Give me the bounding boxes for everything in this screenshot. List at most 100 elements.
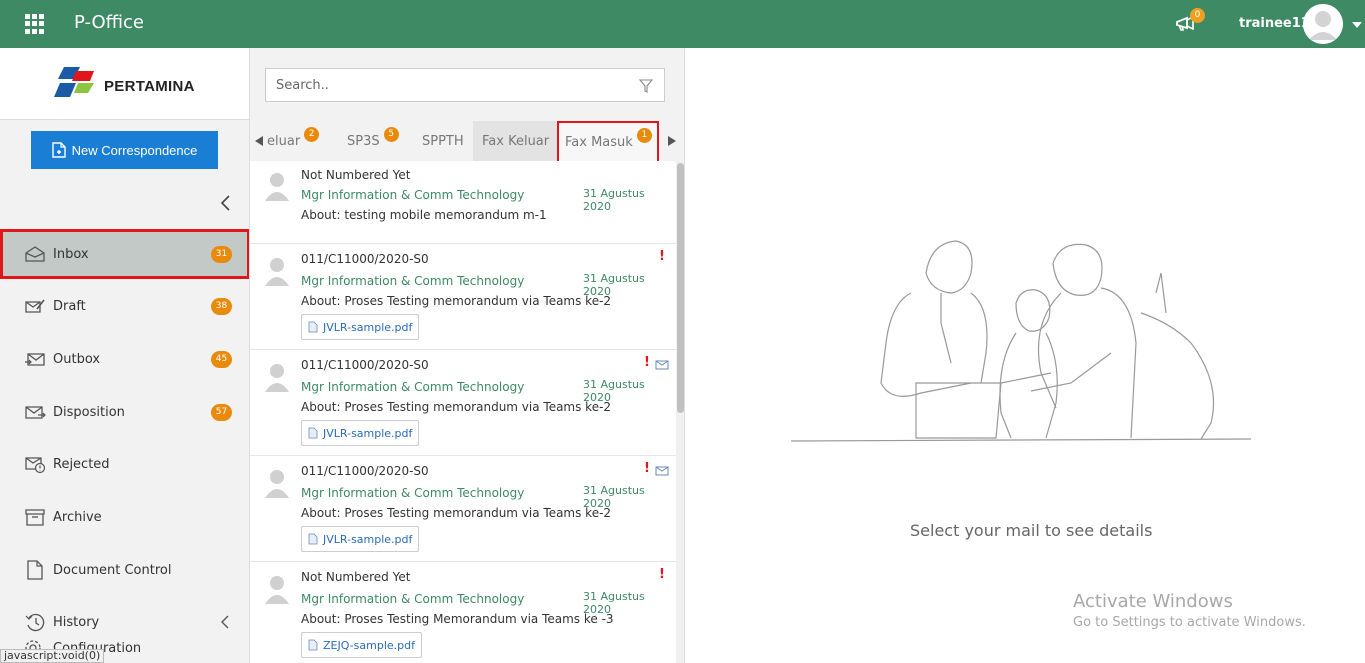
mail-list-item[interactable]: Not Numbered Yet Mgr Information & Comm … [250, 161, 676, 244]
sidebar-item-document-control[interactable]: Document Control [0, 545, 249, 595]
mail-sender: Mgr Information & Comm Technology [301, 486, 525, 500]
mail-list-item[interactable]: 011/C11000/2020-S0 ! Mgr Information & C… [250, 350, 676, 456]
mail-subject: About: Proses Testing memorandum via Tea… [301, 294, 612, 308]
attachment-name: JVLR-sample.pdf [323, 426, 413, 440]
tab-badge: 1 [636, 127, 652, 143]
sidebar-item-label: Rejected [53, 456, 110, 472]
tab-surat-keluar[interactable]: eluar 2 [267, 121, 333, 161]
mail-number: 011/C11000/2020-S0 [301, 252, 429, 266]
sidebar-item-disposition[interactable]: Disposition 57 [0, 387, 249, 437]
sidebar-item-rejected[interactable]: Rejected [0, 439, 249, 489]
user-avatar[interactable] [1303, 4, 1343, 44]
tab-badge: 5 [383, 126, 399, 142]
count-badge: 31 [211, 245, 232, 263]
mail-list: Not Numbered Yet Mgr Information & Comm … [250, 161, 676, 663]
mail-number: Not Numbered Yet [301, 570, 411, 584]
mail-subject: About: Proses Testing memorandum via Tea… [301, 506, 612, 520]
sidebar-item-label: Inbox [53, 246, 89, 262]
sidebar-item-outbox[interactable]: Outbox 45 [0, 334, 249, 384]
tab-label: SPPTH [422, 133, 464, 149]
new-correspondence-button[interactable]: New Correspondence [31, 131, 218, 169]
sidebar-item-inbox[interactable]: Inbox 31 [0, 229, 249, 279]
mail-list-item[interactable]: 011/C11000/2020-S0 ! Mgr Information & C… [250, 456, 676, 562]
sidebar-item-label: Document Control [53, 562, 172, 578]
empty-state-text: Select your mail to see details [910, 521, 1153, 540]
attachment-name: ZEJQ-sample.pdf [323, 638, 415, 652]
count-badge: 57 [211, 403, 232, 421]
scroll-tabs-right-icon[interactable] [668, 136, 676, 146]
count-badge: 45 [211, 350, 232, 368]
sender-avatar-icon [265, 258, 289, 286]
urgent-icon: ! [659, 249, 665, 264]
attachment-name: JVLR-sample.pdf [323, 532, 413, 546]
mail-list-item[interactable]: 011/C11000/2020-S0 ! Mgr Information & C… [250, 244, 676, 350]
tab-label: SP3S [347, 133, 380, 149]
sidebar-item-archive[interactable]: Archive [0, 492, 249, 542]
sidebar-item-draft[interactable]: Draft 38 [0, 281, 249, 331]
category-tabs: eluar 2 SP3S 5 SPPTH Fax Keluar Fax Masu… [250, 121, 684, 163]
sender-avatar-icon [265, 173, 289, 201]
tab-badge: 2 [304, 126, 320, 142]
tab-label: eluar [267, 133, 301, 149]
logo-text: PERTAMINA [104, 78, 195, 95]
sender-avatar-icon [265, 364, 289, 392]
collapse-sidebar-chevron-icon[interactable] [218, 194, 232, 212]
tab-label: Fax Keluar [482, 133, 550, 149]
mail-number: Not Numbered Yet [301, 168, 411, 182]
draft-icon [25, 299, 45, 313]
tab-sp3s[interactable]: SP3S 5 [347, 121, 407, 161]
app-title[interactable]: P-Office [74, 12, 144, 33]
mail-sender: Mgr Information & Comm Technology [301, 274, 525, 288]
outbox-icon [25, 353, 45, 366]
envelope-icon [655, 360, 669, 370]
disposition-icon [25, 406, 46, 419]
urgent-icon: ! [644, 355, 650, 370]
sender-avatar-icon [265, 576, 289, 604]
caret-down-icon[interactable] [1352, 22, 1362, 28]
mail-sender: Mgr Information & Comm Technology [301, 380, 525, 394]
search-box [265, 68, 665, 102]
mail-list-item[interactable]: Not Numbered Yet ! Mgr Information & Com… [250, 562, 676, 663]
inbox-icon [25, 246, 45, 262]
mail-subject: About: testing mobile memorandum m-1 [301, 208, 547, 222]
sidebar-item-label: Archive [53, 509, 102, 525]
attachment-chip[interactable]: JVLR-sample.pdf [301, 314, 420, 340]
archive-icon [25, 509, 45, 526]
tab-label: Fax Masuk [565, 134, 633, 150]
new-correspondence-label: New Correspondence [71, 142, 198, 158]
notification-badge: 0 [1190, 8, 1205, 23]
grid-menu-icon[interactable] [25, 14, 45, 34]
mail-subject: About: Proses Testing Memorandum via Tea… [301, 612, 614, 626]
tab-sppth[interactable]: SPPTH [415, 121, 473, 161]
mail-list-scrollbar[interactable] [676, 161, 684, 663]
mail-date: 31 Agustus 2020 [583, 187, 645, 213]
count-badge: 38 [211, 297, 232, 315]
mail-subject: About: Proses Testing memorandum via Tea… [301, 400, 612, 414]
tab-fax-keluar[interactable]: Fax Keluar [473, 121, 557, 161]
search-input[interactable] [266, 69, 626, 101]
urgent-icon: ! [659, 567, 665, 582]
team-illustration [791, 240, 1251, 442]
mail-detail-panel: Select your mail to see details Activate… [686, 48, 1365, 663]
mail-list-panel: eluar 2 SP3S 5 SPPTH Fax Keluar Fax Masu… [250, 48, 685, 663]
scroll-tabs-left-icon[interactable] [255, 136, 263, 146]
attachment-chip[interactable]: JVLR-sample.pdf [301, 420, 420, 446]
sender-avatar-icon [265, 470, 289, 498]
windows-watermark-subtitle: Go to Settings to activate Windows. [1073, 615, 1306, 630]
sidebar-item-label: Outbox [53, 351, 101, 367]
pdf-file-icon [308, 427, 318, 439]
attachment-chip[interactable]: JVLR-sample.pdf [301, 526, 420, 552]
filter-icon[interactable] [639, 79, 653, 93]
username[interactable]: trainee11 [1239, 16, 1310, 31]
mail-number: 011/C11000/2020-S0 [301, 464, 429, 478]
envelope-icon [655, 466, 669, 476]
sidebar-item-label: Draft [53, 298, 86, 314]
rejected-icon [25, 457, 46, 474]
tab-fax-masuk[interactable]: Fax Masuk 1 [557, 121, 659, 163]
attachment-name: JVLR-sample.pdf [323, 320, 413, 334]
mail-sender: Mgr Information & Comm Technology [301, 188, 525, 202]
attachment-chip[interactable]: ZEJQ-sample.pdf [301, 632, 422, 658]
logo-area: PERTAMINA [0, 48, 249, 120]
mail-number: 011/C11000/2020-S0 [301, 358, 429, 372]
mail-sender: Mgr Information & Comm Technology [301, 592, 525, 606]
